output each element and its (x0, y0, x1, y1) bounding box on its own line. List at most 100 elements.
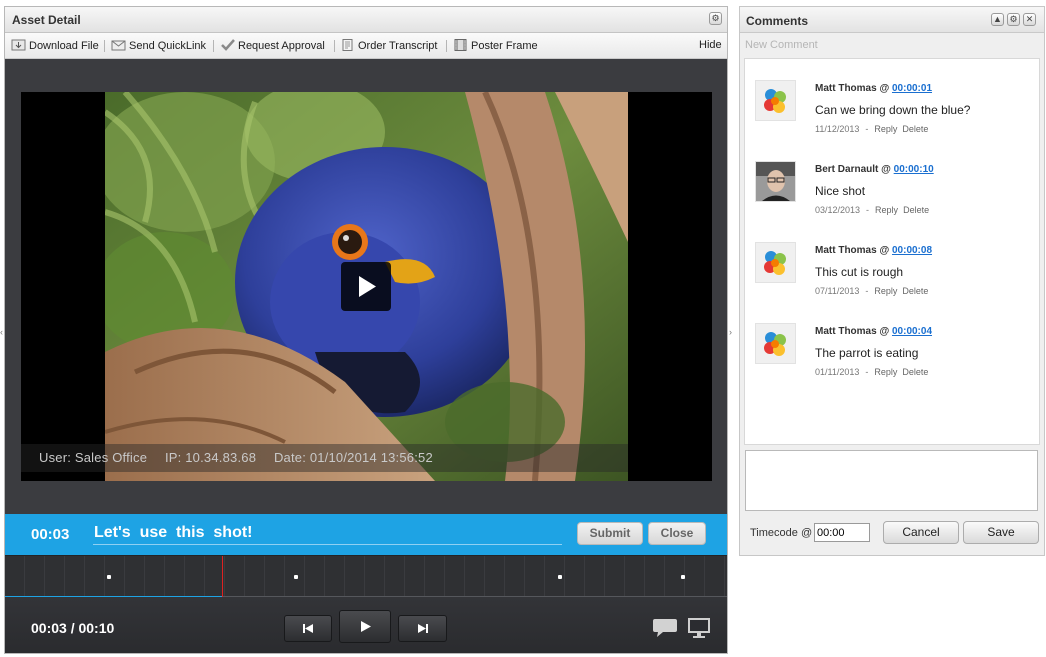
collapse-left-arrow[interactable]: ‹ (0, 327, 3, 337)
meta-separator: - (866, 205, 870, 215)
new-comment-textarea[interactable] (745, 450, 1038, 511)
watermark-user: User: Sales Office (39, 450, 148, 465)
timeline[interactable] (5, 555, 727, 598)
comment-author-name: Matt Thomas @ (815, 245, 892, 256)
toolbar-divider (334, 40, 335, 52)
comment-text: The parrot is eating (815, 346, 919, 360)
comment-author-name: Matt Thomas @ (815, 83, 892, 94)
order-transcript-label: Order Transcript (358, 40, 438, 52)
comment-meta: 01/11/2013- Reply Delete (815, 367, 928, 377)
reply-link[interactable]: Reply (874, 367, 897, 377)
comment-timecode-link[interactable]: 00:00:10 (894, 164, 934, 175)
comment-marker[interactable] (558, 575, 562, 579)
delete-link[interactable]: Delete (902, 367, 928, 377)
send-quicklink-button[interactable]: Send QuickLink (111, 39, 206, 52)
watermark-date: Date: 01/10/2014 13:56:52 (273, 450, 433, 465)
comment-timecode-link[interactable]: 00:00:08 (892, 245, 932, 256)
comments-title: Comments (746, 14, 809, 28)
comment-text: This cut is rough (815, 265, 904, 279)
playhead[interactable] (221, 556, 223, 598)
delete-link[interactable]: Delete (903, 205, 929, 215)
collapse-panel-button[interactable]: ▲ (991, 13, 1004, 26)
watermark-overlay: User: Sales Office IP: 10.34.83.68 Date:… (21, 444, 628, 472)
comment-author-name: Bert Darnault @ (815, 164, 894, 175)
comment-author: Matt Thomas @ 00:00:08 (815, 245, 932, 256)
toolbar-divider (104, 40, 105, 52)
speech-bubble-icon[interactable] (652, 617, 678, 639)
play-button[interactable] (339, 610, 391, 643)
comment-author-name: Matt Thomas @ (815, 326, 892, 337)
video-player[interactable]: User: Sales Office IP: 10.34.83.68 Date:… (21, 92, 712, 481)
comment-date: 11/12/2013 (815, 124, 860, 134)
collapse-right-arrow[interactable]: › (729, 327, 732, 337)
comment-date: 07/11/2013 (815, 286, 860, 296)
inline-comment-bar: 00:03 Submit Close (5, 514, 727, 555)
meta-separator: - (865, 124, 869, 134)
skip-forward-icon (418, 624, 428, 633)
play-overlay-button[interactable] (341, 262, 391, 311)
comment-marker[interactable] (681, 575, 685, 579)
film-icon (454, 39, 467, 51)
request-approval-button[interactable]: Request Approval (220, 39, 325, 52)
asset-detail-title: Asset Detail (12, 13, 81, 27)
company-logo-icon (764, 89, 786, 113)
comment-meta: 03/12/2013- Reply Delete (815, 205, 929, 215)
watermark-text: User: Sales Office IP: 10.34.83.68 Date:… (39, 450, 447, 465)
close-panel-button[interactable]: ✕ (1023, 13, 1036, 26)
delete-link[interactable]: Delete (902, 286, 928, 296)
reply-link[interactable]: Reply (874, 124, 897, 134)
comment-item: Matt Thomas @ 00:00:01 Can we bring down… (745, 65, 1039, 145)
reply-link[interactable]: Reply (874, 286, 897, 296)
avatar (755, 80, 796, 121)
download-file-button[interactable]: Download File (11, 39, 99, 52)
checkmark-icon (221, 39, 235, 51)
close-button[interactable]: Close (648, 522, 706, 545)
download-icon (11, 39, 26, 51)
toolbar-divider (446, 40, 447, 52)
submit-button[interactable]: Submit (577, 522, 643, 545)
comment-text: Nice shot (815, 184, 866, 198)
new-comment-link[interactable]: New Comment (745, 39, 818, 51)
comment-marker[interactable] (294, 575, 298, 579)
comment-timecode-link[interactable]: 00:00:04 (892, 326, 932, 337)
panel-settings-button[interactable]: ⚙ (709, 12, 722, 25)
comments-panel: Comments ▲ ⚙ ✕ New Comment Matt Thomas @… (739, 6, 1045, 556)
previous-button[interactable] (284, 615, 332, 642)
comment-meta: 11/12/2013- Reply Delete (815, 124, 928, 134)
comment-author: Matt Thomas @ 00:00:04 (815, 326, 932, 337)
watermark-ip: IP: 10.34.83.68 (164, 450, 257, 465)
comment-list: Matt Thomas @ 00:00:01 Can we bring down… (744, 58, 1040, 445)
play-icon (359, 276, 376, 297)
comment-date: 01/11/2013 (815, 367, 860, 377)
company-logo-icon (764, 251, 786, 275)
hide-button[interactable]: Hide (699, 39, 722, 51)
comment-author: Matt Thomas @ 00:00:01 (815, 83, 932, 94)
delete-link[interactable]: Delete (902, 124, 928, 134)
poster-frame-label: Poster Frame (471, 40, 538, 52)
comment-marker[interactable] (107, 575, 111, 579)
timecode-input[interactable] (814, 523, 870, 542)
monitor-icon[interactable] (687, 617, 711, 639)
asset-detail-panel: Asset Detail ⚙ Download File Send QuickL… (4, 6, 728, 654)
play-icon (361, 621, 371, 632)
comment-item: Matt Thomas @ 00:00:04 The parrot is eat… (745, 308, 1039, 388)
comments-settings-button[interactable]: ⚙ (1007, 13, 1020, 26)
send-quicklink-label: Send QuickLink (129, 40, 207, 52)
player-controls: 00:03 / 00:10 (5, 597, 727, 653)
comment-author: Bert Darnault @ 00:00:10 (815, 164, 934, 175)
poster-frame-button[interactable]: Poster Frame (453, 39, 538, 52)
next-button[interactable] (398, 615, 447, 642)
comment-item: Bert Darnault @ 00:00:10 Nice shot 03/12… (745, 146, 1039, 226)
inline-comment-input[interactable] (93, 522, 562, 545)
envelope-icon (111, 40, 126, 51)
document-icon (342, 39, 353, 51)
comment-item: Matt Thomas @ 00:00:08 This cut is rough… (745, 227, 1039, 307)
company-logo-icon (764, 332, 786, 356)
cancel-button[interactable]: Cancel (883, 521, 959, 544)
order-transcript-button[interactable]: Order Transcript (340, 39, 437, 52)
skip-back-icon (303, 624, 313, 633)
reply-link[interactable]: Reply (875, 205, 898, 215)
toolbar-divider (213, 40, 214, 52)
save-button[interactable]: Save (963, 521, 1039, 544)
comment-timecode-link[interactable]: 00:00:01 (892, 83, 932, 94)
